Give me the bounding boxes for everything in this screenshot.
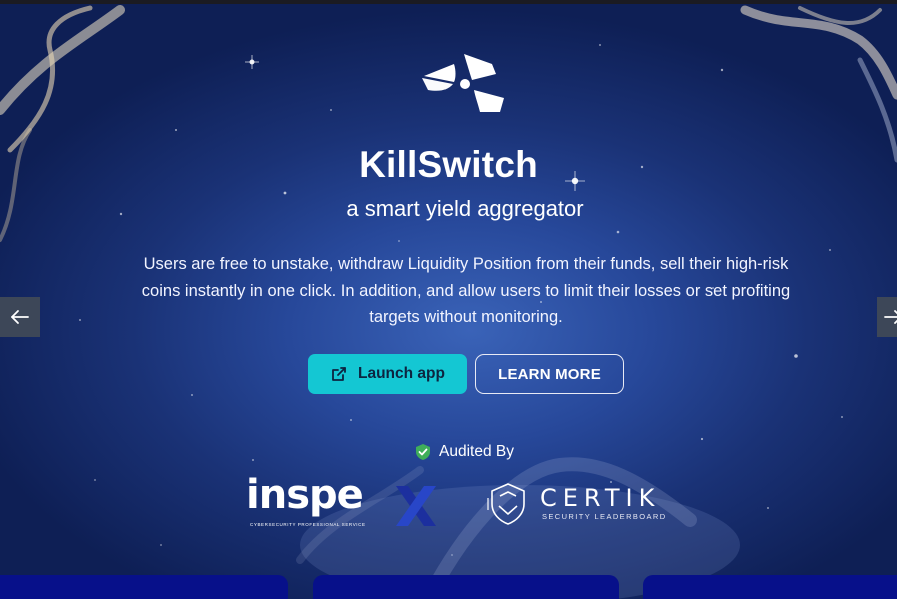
page-subtitle: a smart yield aggregator [346, 196, 584, 221]
feature-card [0, 575, 288, 599]
hero-description: Users are free to unstake, withdraw Liqu… [141, 255, 791, 326]
launch-app-label: Launch app [358, 365, 445, 382]
feature-card [643, 575, 897, 599]
certik-shield-icon [487, 483, 525, 525]
carousel-next-button[interactable] [877, 297, 897, 337]
certik-logo[interactable]: CERTIK SECURITY LEADERBOARD [486, 482, 696, 528]
certik-tagline: SECURITY LEADERBOARD [542, 512, 667, 521]
killswitch-logo-icon [422, 54, 504, 112]
carousel-prev-button[interactable] [0, 297, 40, 337]
inspex-x-icon [396, 486, 436, 526]
arrow-left-icon [11, 310, 29, 324]
audited-by-label: Audited By [414, 442, 514, 462]
inspex-wordmark: inspe [246, 472, 364, 518]
feature-card [313, 575, 619, 599]
external-link-icon [332, 367, 346, 381]
learn-more-label: LEARN MORE [498, 365, 601, 383]
arrow-right-icon [884, 310, 897, 324]
audited-by-text: Audited By [439, 443, 514, 460]
page-title: KillSwitch [359, 144, 538, 185]
inspex-tagline: CYBERSECURITY PROFESSIONAL SERVICE [250, 522, 366, 527]
launch-app-button[interactable]: Launch app [308, 354, 467, 394]
learn-more-button[interactable]: LEARN MORE [475, 354, 624, 394]
inspex-logo[interactable]: inspe CYBERSECURITY PROFESSIONAL SERVICE [246, 472, 442, 530]
hero-section: KillSwitch a smart yield aggregator User… [0, 0, 897, 599]
certik-wordmark: CERTIK [540, 484, 661, 512]
shield-check-icon [416, 444, 430, 460]
